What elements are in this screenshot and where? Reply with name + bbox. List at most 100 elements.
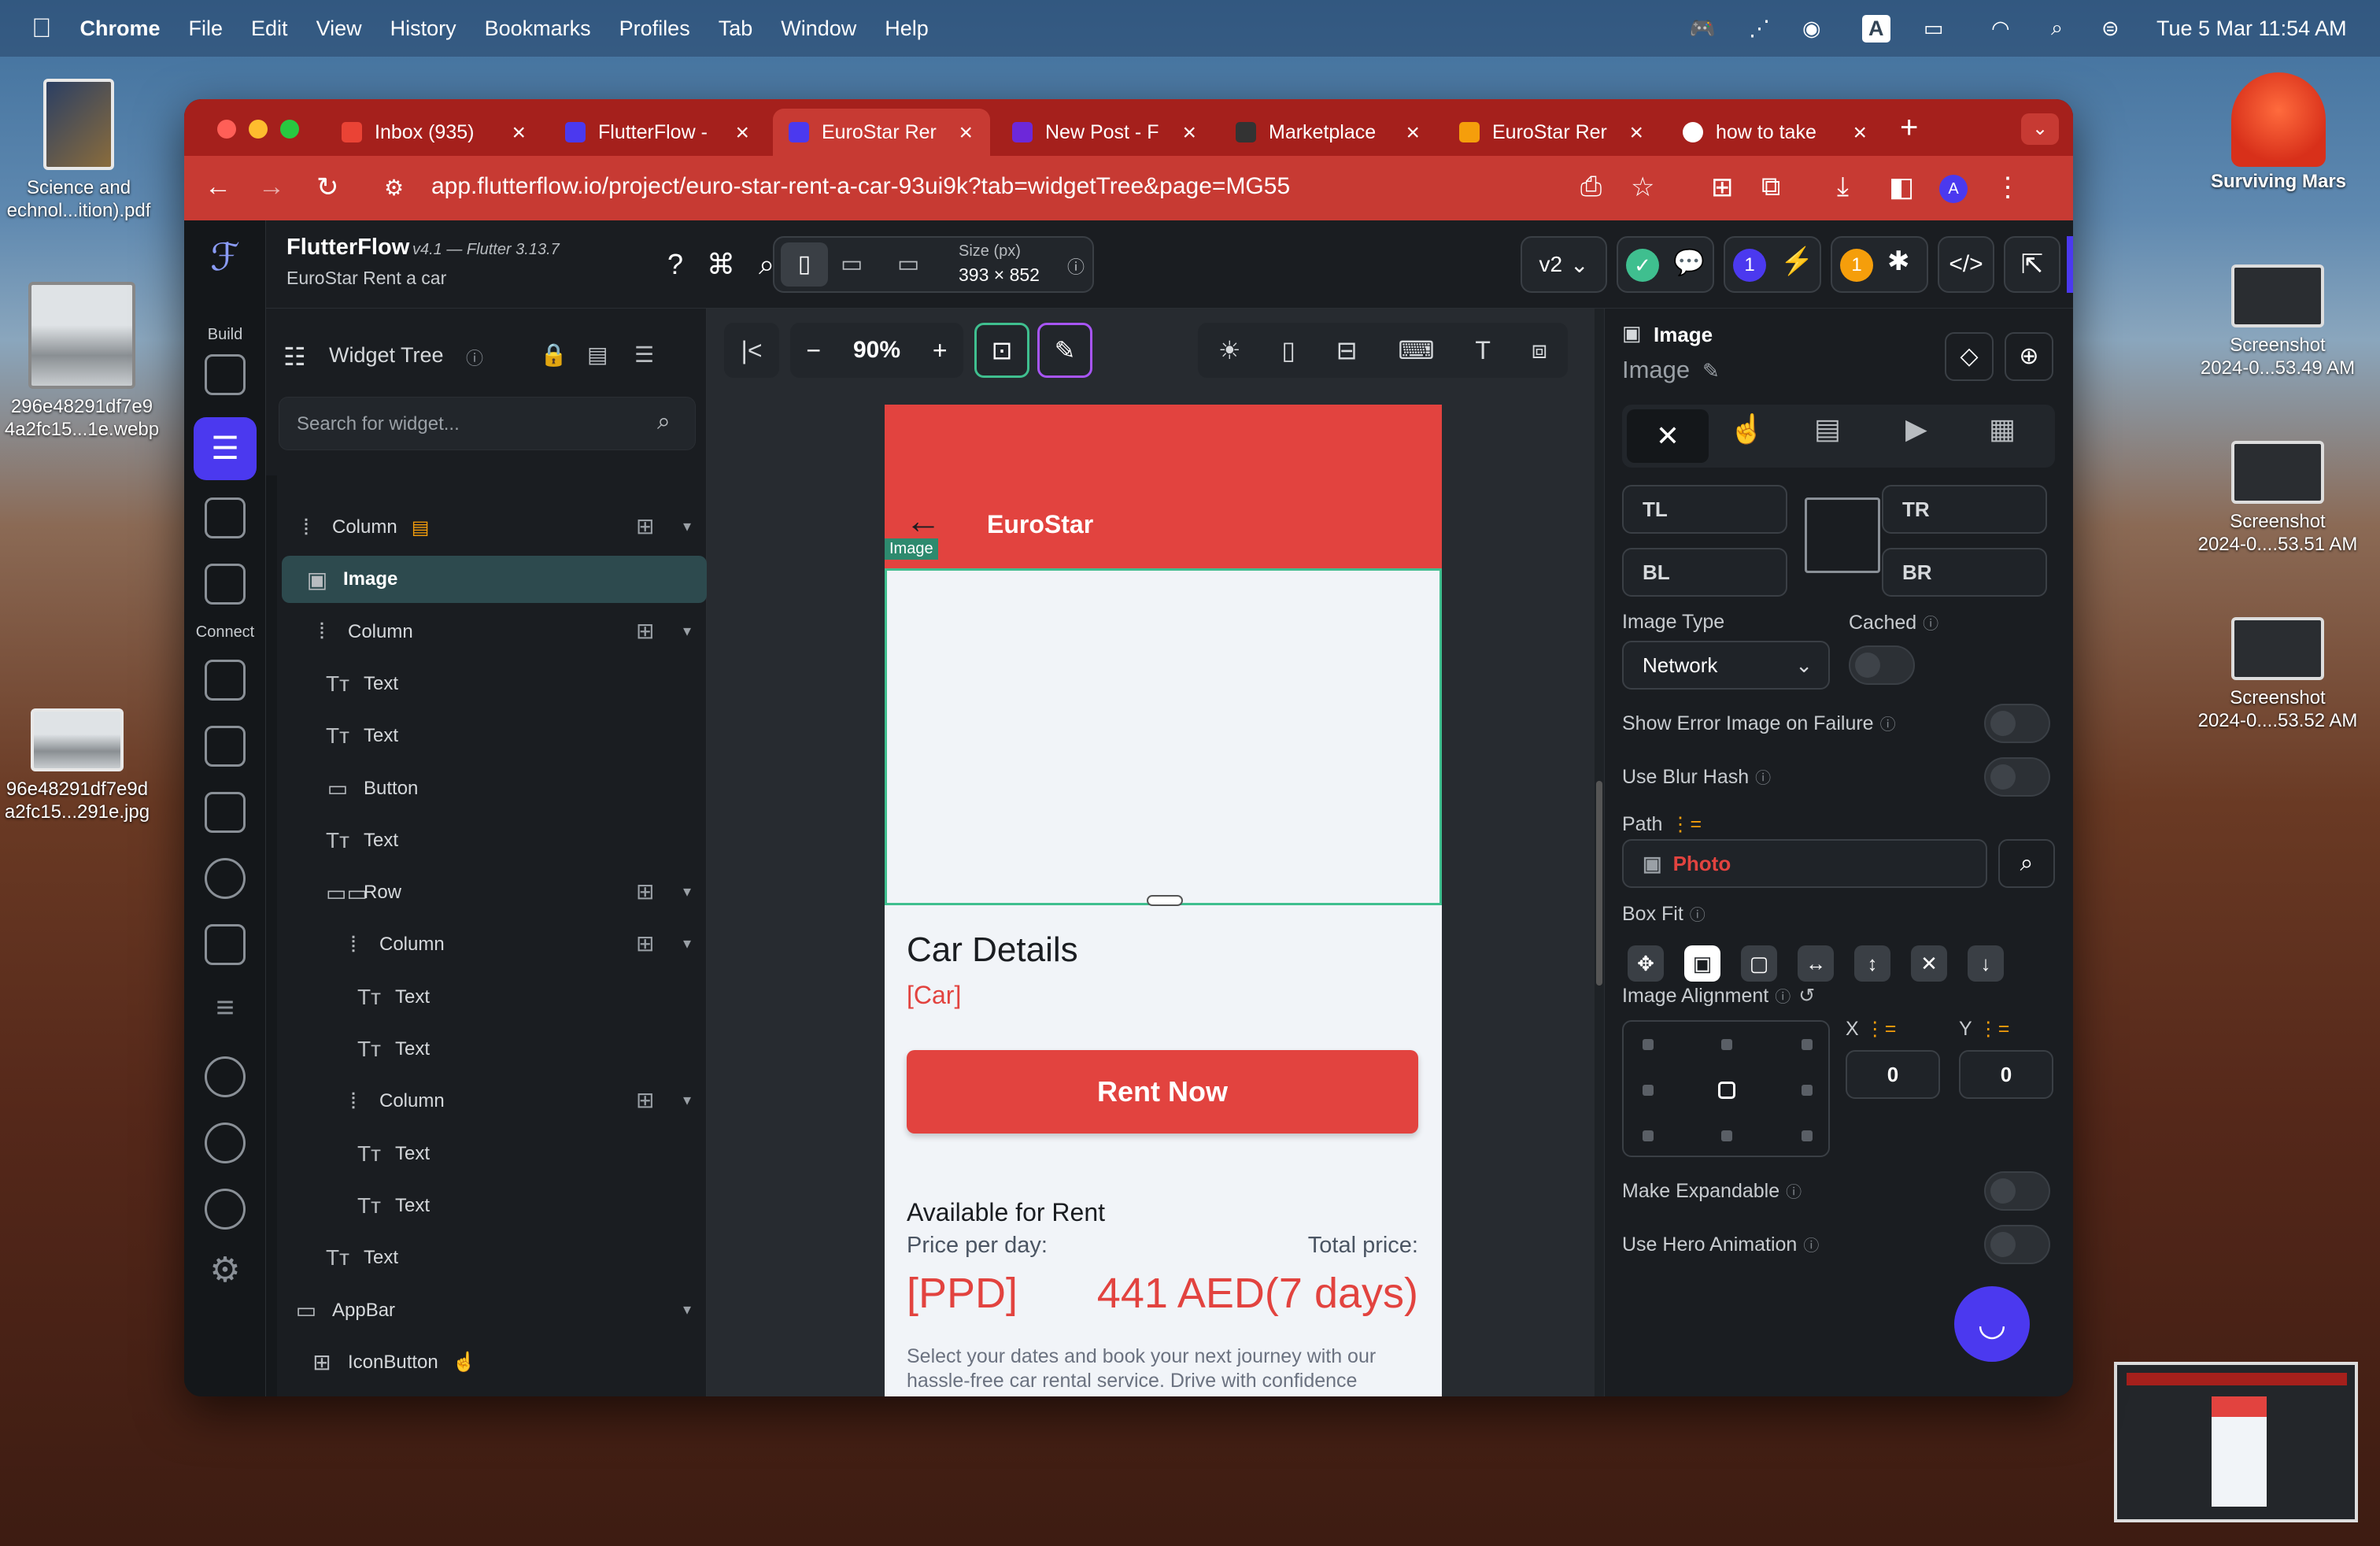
settings-gear-icon[interactable]: ⚙ <box>205 1250 246 1291</box>
variable-icon[interactable]: ⋮= <box>1865 1018 1897 1040</box>
close-window-button[interactable] <box>217 120 236 139</box>
flutterflow-logo-icon[interactable]: ℱ <box>205 238 246 279</box>
boxfit-contain-icon[interactable]: ✥ <box>1628 945 1664 982</box>
info-icon[interactable]: ⓘ <box>1880 716 1896 734</box>
tab-search-chevron-icon[interactable]: ⌄ <box>2021 113 2059 145</box>
tab-actions-icon[interactable]: ☝ <box>1729 412 1765 446</box>
help-icon[interactable]: ? <box>667 236 683 293</box>
add-widget-icon[interactable] <box>205 354 246 395</box>
wrap-icon[interactable]: ▤ <box>412 516 430 539</box>
tab-properties-icon[interactable]: ✕ <box>1627 409 1709 463</box>
alignment-x-input[interactable]: 0 <box>1846 1050 1940 1099</box>
image-placeholder[interactable] <box>885 568 1442 906</box>
back-icon[interactable]: ← <box>205 172 231 202</box>
desktop-app-surviving-mars[interactable]: Surviving Mars <box>2196 72 2361 193</box>
boxfit-none-icon[interactable]: ✕ <box>1911 945 1947 982</box>
command-palette-icon[interactable]: ⌘ <box>707 236 735 293</box>
tab-animations-icon[interactable]: ▶ <box>1905 412 1927 446</box>
cached-toggle[interactable] <box>1849 645 1915 685</box>
desktop-file-webp[interactable]: 296e48291df7e9 4a2fc15...1e.webp <box>3 282 161 441</box>
widget-tree-row-image[interactable]: ▣ Image <box>282 556 707 604</box>
browser-tab-gmail[interactable]: Inbox (935) × <box>326 109 543 156</box>
wifi-dots-icon[interactable]: ⋰ <box>1749 0 1770 57</box>
wifi-icon[interactable]: ◠ <box>1991 0 2010 57</box>
info-icon[interactable]: ⓘ <box>1775 989 1791 1006</box>
collapse-panel-icon[interactable]: |< <box>724 323 779 378</box>
media-assets-icon[interactable] <box>205 924 246 965</box>
align-center-right[interactable] <box>1802 1085 1813 1096</box>
add-child-widget-icon[interactable]: ⊞ <box>636 513 654 539</box>
view-code-button[interactable]: </> <box>1938 236 1994 293</box>
keyboard-icon[interactable]: ⌨ <box>1398 335 1434 365</box>
battery-icon[interactable]: ▭ <box>1924 0 1944 57</box>
chat-support-icon[interactable]: ◡ <box>1954 1286 2030 1362</box>
widget-tree-row-iconbutton[interactable]: ⊞ IconButton ☝ <box>310 1339 704 1386</box>
lock-icon[interactable]: 🔒 <box>540 342 567 368</box>
browser-tab-marketplace[interactable]: Marketplace × <box>1220 109 1437 156</box>
resize-handle[interactable] <box>1147 895 1183 906</box>
menu-tab[interactable]: Tab <box>719 17 753 41</box>
media-search-icon[interactable]: ⌕ <box>1998 839 2055 888</box>
align-top-left[interactable] <box>1643 1039 1654 1050</box>
widget-tree-nav-icon[interactable]: ☰ <box>194 417 257 480</box>
side-panel-icon[interactable]: ◧ <box>1889 172 1914 203</box>
issue-count-badge[interactable]: 1 <box>1840 249 1873 282</box>
edit-name-icon[interactable]: ✎ <box>1702 359 1720 383</box>
close-tab-icon[interactable]: × <box>735 120 749 146</box>
puzzle-icon[interactable]: ⧉ <box>1761 172 1780 202</box>
info-icon[interactable]: ⓘ <box>1803 1237 1819 1255</box>
desktop-screenshot-2[interactable]: Screenshot 2024-0....53.51 AM <box>2188 441 2367 556</box>
menu-file[interactable]: File <box>189 17 224 41</box>
check-status-icon[interactable]: ✓ <box>1626 249 1659 282</box>
browser-tab-google[interactable]: how to take × <box>1667 109 1884 156</box>
bug-icon[interactable]: ✱ <box>1887 246 1910 277</box>
menu-window[interactable]: Window <box>781 17 856 41</box>
device-frame-icon[interactable]: ▯ <box>1281 335 1295 365</box>
screenshot-preview-thumbnail[interactable] <box>2114 1362 2358 1522</box>
menu-profiles[interactable]: Profiles <box>619 17 690 41</box>
gamepad-icon[interactable]: 🎮 <box>1689 0 1716 57</box>
browser-tab-new-post[interactable]: New Post - F × <box>996 109 1214 156</box>
apple-icon[interactable]:  <box>31 13 52 44</box>
info-icon[interactable]: ⓘ <box>1755 770 1771 787</box>
desktop-screenshot-1[interactable]: Screenshot 2024-0...53.49 AM <box>2188 264 2367 379</box>
add-child-widget-icon[interactable]: ⊞ <box>636 1087 654 1113</box>
app-state-icon[interactable] <box>205 792 246 833</box>
add-child-widget-icon[interactable]: ⊞ <box>636 930 654 956</box>
collapse-all-icon[interactable]: ▤ <box>587 342 608 368</box>
expand-chevron-icon[interactable]: ▾ <box>683 1090 691 1110</box>
desktop-file-pdf[interactable]: Science and echnol...ition).pdf <box>0 79 157 222</box>
align-bottom-left[interactable] <box>1643 1130 1654 1141</box>
text-scale-icon[interactable]: T <box>1475 336 1491 365</box>
expand-chevron-icon[interactable]: ▾ <box>683 882 691 901</box>
widget-tree-row-text[interactable]: Tт Text <box>357 1026 704 1073</box>
corner-br-input[interactable]: BR <box>1882 548 2047 597</box>
data-schema-icon[interactable] <box>205 660 246 701</box>
minimize-window-button[interactable] <box>249 120 268 139</box>
widget-tree-row-text[interactable]: Tт Text <box>326 817 704 864</box>
alignment-y-input[interactable]: 0 <box>1959 1050 2053 1099</box>
download-icon[interactable]: ⤓ <box>1837 172 1849 202</box>
notification-count-badge[interactable]: 1 <box>1733 249 1766 282</box>
app-bar[interactable]: ← EuroStar <box>885 405 1442 568</box>
branch-selector[interactable]: v2 ⌄ <box>1521 236 1607 293</box>
phone-device-icon[interactable]: ▯ <box>781 242 828 287</box>
widget-search-input[interactable]: Search for widget... ⌕ <box>279 397 696 450</box>
size-info-icon[interactable]: ⓘ <box>1067 253 1085 279</box>
zoom-in-icon[interactable]: + <box>933 336 948 365</box>
testing-icon[interactable] <box>205 1123 246 1163</box>
align-center-left[interactable] <box>1643 1085 1654 1096</box>
image-type-dropdown[interactable]: Network ⌄ <box>1622 641 1830 690</box>
boxfit-scale-down-icon[interactable]: ↓ <box>1968 945 2004 982</box>
info-icon[interactable]: ⓘ <box>1786 1184 1802 1201</box>
menu-help[interactable]: Help <box>885 17 929 41</box>
add-child-icon[interactable]: ⊕ <box>2005 332 2053 381</box>
expand-chevron-icon[interactable]: ▾ <box>683 934 691 953</box>
variable-icon[interactable]: ⋮= <box>1670 813 1702 835</box>
expand-chevron-icon[interactable]: ▾ <box>683 1300 691 1319</box>
widget-tree-row-text[interactable]: Tт Text <box>326 1234 704 1282</box>
maximize-window-button[interactable] <box>280 120 299 139</box>
boxfit-cover-icon-selected[interactable]: ▣ <box>1684 945 1720 982</box>
close-tab-icon[interactable]: × <box>959 120 973 146</box>
tab-backend-query-icon[interactable]: ▤ <box>1814 412 1841 446</box>
